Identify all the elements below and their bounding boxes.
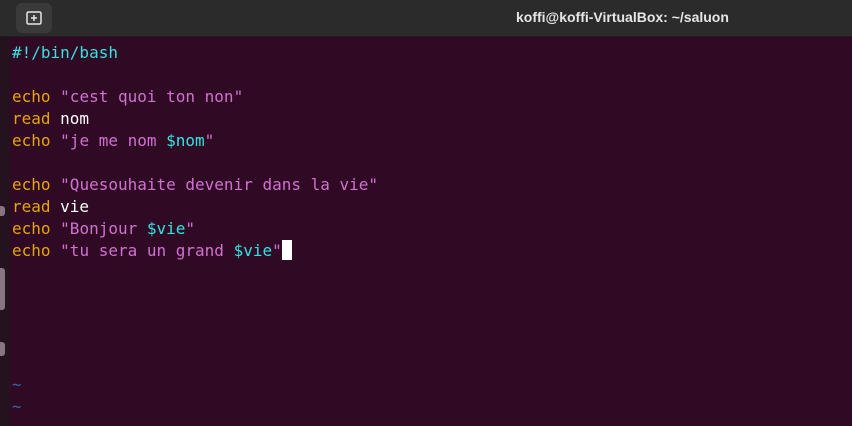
code-line: read nom [12,108,852,130]
code-line: echo "tu sera un grand $vie" [12,240,852,262]
code-line: echo "Bonjour $vie" [12,218,852,240]
code-token: "je me nom [60,131,167,150]
window-title-wrapper: koffi@koffi-VirtualBox: ~/saluon [0,0,852,36]
code-token: echo [12,175,51,194]
code-line: echo "cest quoi ton non" [12,86,852,108]
code-token: $nom [166,131,205,150]
code-token: nom [50,109,90,128]
code-token: $vie [233,241,273,260]
text-cursor [281,240,292,260]
code-token: #!/bin/bash [12,43,118,62]
code-token: read [12,109,51,128]
code-line: #!/bin/bash [12,42,852,64]
code-token: vie [50,197,90,216]
empty-line-marker: ~ [12,397,22,416]
code-token: " [204,131,215,150]
dock-item[interactable] [0,206,5,216]
code-token: "Bonjour [60,219,147,238]
window-title: koffi@koffi-VirtualBox: ~/saluon [516,9,729,25]
title-bar: koffi@koffi-VirtualBox: ~/saluon [0,0,852,37]
empty-line-marker: ~ [12,375,22,394]
code-token: "cest quoi ton non" [60,87,244,106]
code-token: read [12,197,51,216]
code-token: " [185,219,196,238]
code-token: echo [12,241,51,260]
code-line: read vie [12,196,852,218]
code-token: "tu sera un grand [60,241,234,260]
code-token: echo [12,87,51,106]
dock-item[interactable] [0,342,5,356]
code-token: $vie [146,219,186,238]
editor-buffer[interactable]: #!/bin/bash echo "cest quoi ton non" read … [12,42,852,262]
empty-line-markers: ~ ~ [12,374,22,418]
dock-edge [0,36,10,426]
terminal-window: koffi@koffi-VirtualBox: ~/saluon #!/bin/… [0,0,852,426]
code-token: " [272,241,282,260]
code-line: echo "Quesouhaite devenir dans la vie" [12,174,852,196]
code-line: echo "je me nom $nom" [12,130,852,152]
dock-item[interactable] [0,268,5,310]
code-token: echo [12,131,51,150]
code-token: echo [12,219,51,238]
code-token: "Quesouhaite devenir dans la vie" [60,175,379,194]
